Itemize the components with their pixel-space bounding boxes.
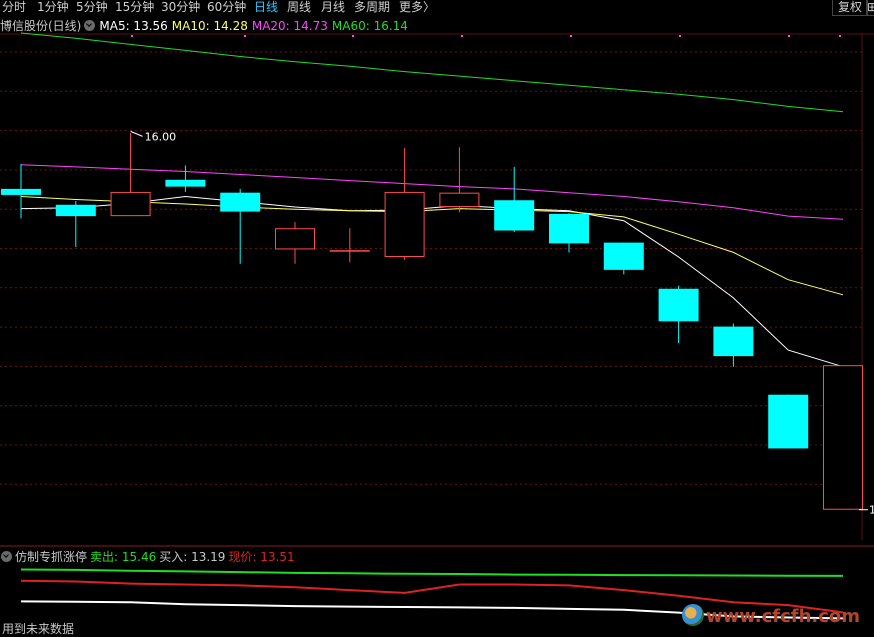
high-price-label: 16.00	[145, 130, 177, 143]
candlestick-chart[interactable]: 16.00 11.0	[0, 0, 874, 633]
candle-body	[1, 188, 41, 195]
candle-body	[55, 204, 96, 217]
candle-body	[165, 179, 206, 187]
candle-body	[768, 394, 809, 449]
indicator-name: 仿制专抓涨停	[15, 550, 88, 564]
candle-body	[329, 250, 370, 252]
ma60-line	[20, 32, 844, 113]
candle-body	[275, 228, 315, 250]
chevron-down-icon[interactable]	[1, 551, 12, 562]
candle-body	[823, 365, 863, 510]
candle-body	[220, 192, 261, 212]
grid-marker	[131, 35, 133, 37]
grid-marker	[352, 35, 354, 37]
candle-body	[439, 192, 480, 208]
annotation-arrow	[130, 130, 143, 137]
candle-body	[494, 200, 535, 231]
candle-body	[658, 288, 699, 322]
sell-legend: 卖出: 15.46	[90, 550, 157, 564]
future-data-warning: 用到未来数据	[2, 622, 75, 636]
grid-marker	[788, 35, 790, 37]
buy-legend: 买入: 13.19	[159, 550, 226, 564]
indicator-legend: 仿制专抓涨停 卖出: 15.46 买入: 13.19 现价: 13.51	[0, 548, 298, 564]
grid-marker	[839, 35, 841, 37]
candle-body	[384, 191, 425, 257]
candle-body	[110, 191, 151, 217]
candle-body	[713, 326, 754, 357]
candle-body	[549, 213, 589, 244]
grid-marker	[570, 35, 572, 37]
low-price-label: 11.0	[869, 504, 874, 517]
candle-body	[603, 242, 644, 270]
grid-marker	[244, 35, 246, 37]
watermark-logo-icon	[682, 604, 704, 626]
indicator-line	[20, 568, 844, 577]
grid-marker	[461, 35, 463, 37]
grid-marker	[679, 35, 681, 37]
price-legend: 现价: 13.51	[228, 550, 295, 564]
watermark: www.cfcfh.com	[706, 606, 861, 627]
